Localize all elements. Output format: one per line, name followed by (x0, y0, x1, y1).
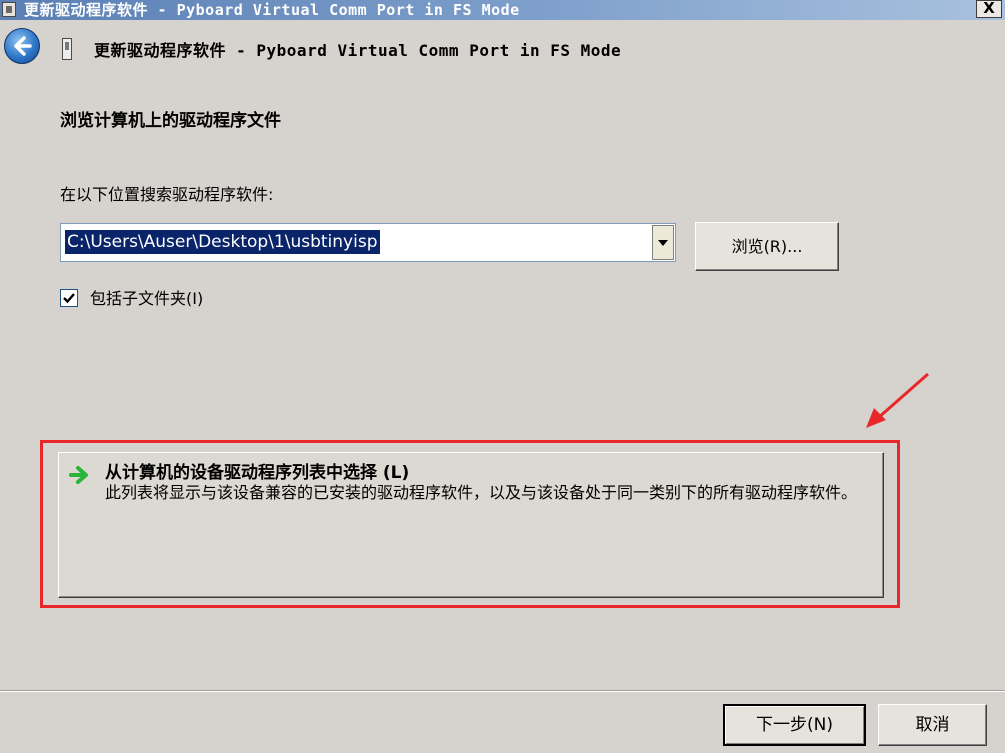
checkmark-icon (63, 293, 75, 304)
include-subfolders-checkbox[interactable] (60, 289, 78, 307)
search-location-label: 在以下位置搜索驱动程序软件: (60, 185, 274, 204)
wizard-title: 更新驱动程序软件 - Pyboard Virtual Comm Port in … (94, 41, 622, 60)
wizard-header: 更新驱动程序软件 - Pyboard Virtual Comm Port in … (0, 20, 1005, 78)
close-button[interactable]: X (976, 0, 1002, 18)
dropdown-arrow-icon[interactable] (652, 225, 674, 260)
usb-device-icon (62, 38, 72, 60)
next-button[interactable]: 下一步(N) (723, 704, 866, 746)
footer-divider (0, 690, 1005, 692)
choose-from-list-description: 此列表将显示与该设备兼容的已安装的驱动程序软件，以及与该设备处于同一类别下的所有… (105, 483, 858, 502)
choose-from-list-button[interactable]: 从计算机的设备驱动程序列表中选择 (L) 此列表将显示与该设备兼容的已安装的驱动… (58, 452, 884, 598)
include-subfolders-label[interactable]: 包括子文件夹(I) (90, 288, 203, 310)
browse-button[interactable]: 浏览(R)... (695, 222, 839, 271)
cancel-button[interactable]: 取消 (878, 704, 987, 746)
path-input-value[interactable]: C:\Users\Auser\Desktop\1\usbtinyisp (65, 230, 380, 254)
left-arrow-icon (14, 36, 32, 56)
title-bar: 更新驱动程序软件 - Pyboard Virtual Comm Port in … (0, 0, 1005, 20)
annotation-arrow-icon (866, 372, 929, 428)
path-combobox[interactable]: C:\Users\Auser\Desktop\1\usbtinyisp (60, 223, 676, 262)
green-arrow-icon (69, 466, 88, 484)
section-title: 浏览计算机上的驱动程序文件 (60, 111, 281, 131)
window-icon (2, 2, 16, 17)
back-arrow-icon[interactable] (4, 28, 40, 64)
choose-from-list-title: 从计算机的设备驱动程序列表中选择 (L) (105, 463, 410, 483)
window-title: 更新驱动程序软件 - Pyboard Virtual Comm Port in … (24, 1, 520, 19)
